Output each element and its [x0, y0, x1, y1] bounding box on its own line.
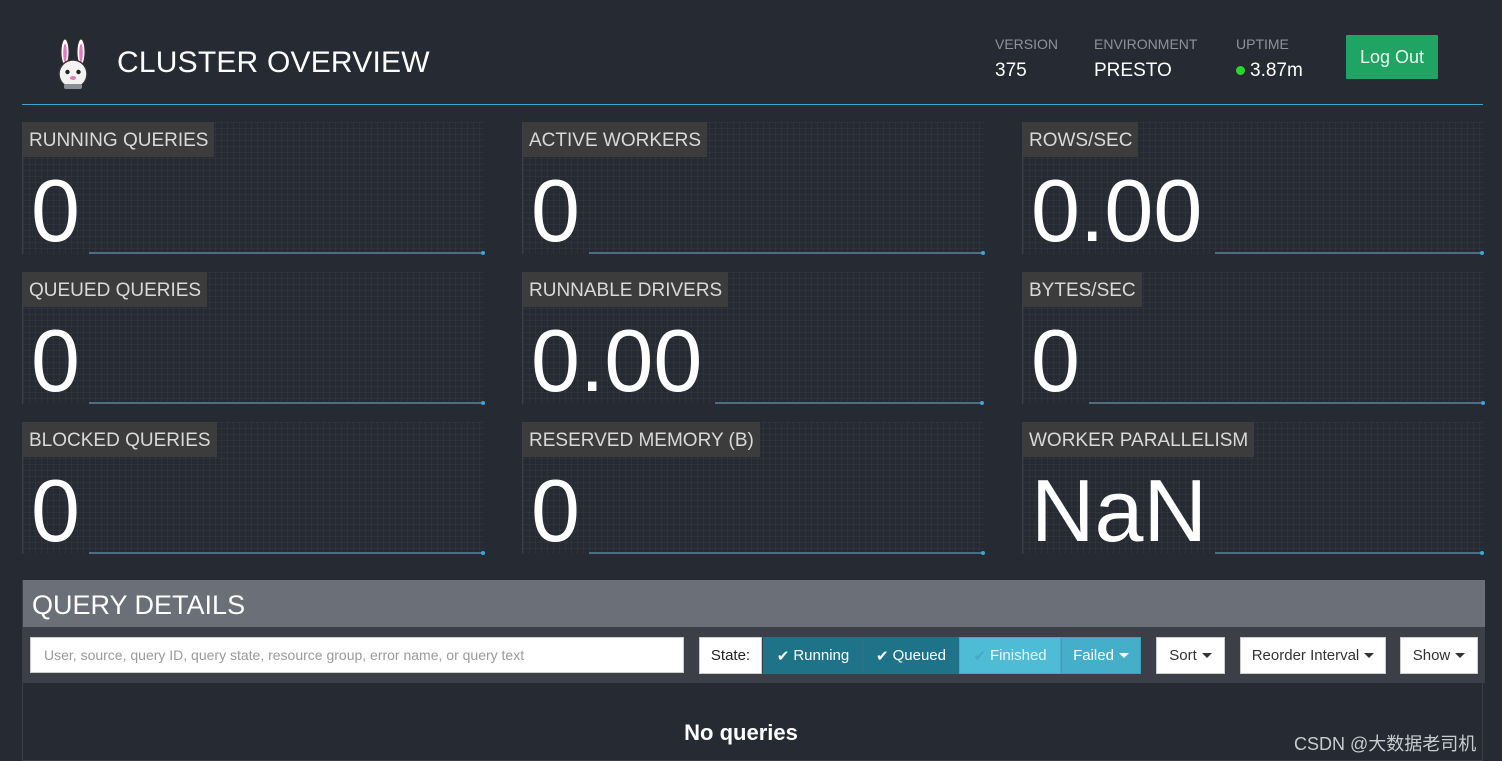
stat-label: QUEUED QUERIES	[23, 272, 208, 307]
show-label: Show	[1412, 647, 1451, 664]
caret-down-icon	[1201, 653, 1212, 658]
check-icon: ✔	[973, 647, 986, 665]
caret-down-icon	[1364, 653, 1375, 658]
stat-tile-reserved-memory: RESERVED MEMORY (B) 0	[522, 422, 985, 560]
filter-finished-button[interactable]: ✔ Finished	[959, 637, 1061, 674]
environment-value: PRESTO	[1094, 60, 1172, 81]
sparkline	[89, 399, 485, 405]
stat-tile-bytes-per-sec: BYTES/SEC 0	[1022, 272, 1485, 410]
sort-label: Sort	[1169, 647, 1197, 664]
version-label: VERSION	[995, 36, 1059, 52]
stat-tile-blocked-queries: BLOCKED QUERIES 0	[22, 422, 485, 560]
check-icon: ✔	[776, 647, 790, 665]
stat-tile-queued-queries: QUEUED QUERIES 0	[22, 272, 485, 410]
sparkline	[89, 549, 485, 555]
stat-tile-rows-per-sec: ROWS/SEC 0.00	[1022, 122, 1484, 260]
stat-label: RESERVED MEMORY (B)	[523, 422, 760, 457]
filter-finished-label: Finished	[989, 647, 1047, 664]
query-details-header: QUERY DETAILS	[23, 580, 1485, 627]
status-dot-icon	[1236, 66, 1245, 75]
sparkline	[589, 549, 985, 555]
query-details-panel: QUERY DETAILS State: ✔Running ✔Queued ✔F…	[22, 580, 1485, 761]
sort-dropdown[interactable]: Sort	[1156, 637, 1225, 674]
uptime-value: 3.87m	[1250, 60, 1303, 81]
stat-tile-runnable-drivers: RUNNABLE DRIVERS 0.00	[522, 272, 984, 410]
query-search-input[interactable]	[30, 637, 684, 673]
filter-failed-label: Failed	[1073, 647, 1114, 664]
stat-tile-running-queries: RUNNING QUERIES 0	[22, 122, 485, 260]
header: CLUSTER OVERVIEW VERSION 375 ENVIRONMENT…	[22, 0, 1483, 105]
watermark: CSDN @大数据老司机	[1294, 734, 1477, 754]
sparkline	[1215, 249, 1484, 255]
query-details-title: QUERY DETAILS	[32, 590, 246, 620]
state-label: State:	[699, 637, 762, 674]
uptime-value-row: 3.87m	[1236, 60, 1303, 82]
show-dropdown[interactable]: Show	[1400, 637, 1478, 674]
presto-bunny-logo	[52, 38, 94, 90]
sparkline	[589, 249, 985, 255]
query-filter-toolbar: State: ✔Running ✔Queued ✔Finished Failed…	[23, 627, 1485, 683]
stat-label: RUNNABLE DRIVERS	[523, 272, 729, 307]
version-info: VERSION 375	[995, 36, 1058, 82]
filter-failed-dropdown[interactable]: Failed	[1061, 637, 1141, 674]
stat-value: 0.00	[1031, 161, 1203, 260]
reorder-label: Reorder Interval	[1251, 647, 1360, 664]
filter-queued-label: Queued	[892, 647, 946, 664]
stat-value: NaN	[1031, 461, 1208, 560]
environment-info: ENVIRONMENT PRESTO	[1094, 36, 1197, 82]
version-value: 375	[995, 60, 1027, 81]
caret-down-icon	[1118, 653, 1129, 658]
stat-tile-worker-parallelism: WORKER PARALLELISM NaN	[1022, 422, 1484, 560]
filter-queued-button[interactable]: ✔ Queued	[863, 637, 959, 674]
check-icon: ✔	[876, 647, 889, 665]
stat-value: 0	[531, 461, 580, 560]
cluster-stats-grid: RUNNING QUERIES 0 ACTIVE WORKERS 0 ROWS/…	[22, 122, 1485, 560]
sparkline	[1215, 549, 1484, 555]
filter-running-button[interactable]: ✔ Running	[763, 637, 863, 674]
stat-label: BYTES/SEC	[1023, 272, 1142, 307]
stat-value: 0.00	[531, 311, 703, 410]
stat-value: 0	[31, 311, 80, 410]
reorder-interval-dropdown[interactable]: Reorder Interval	[1240, 637, 1386, 674]
stat-tile-active-workers: ACTIVE WORKERS 0	[522, 122, 985, 260]
stat-label: ACTIVE WORKERS	[523, 122, 708, 157]
sparkline	[715, 399, 984, 405]
stat-label: BLOCKED QUERIES	[23, 422, 217, 457]
uptime-label: UPTIME	[1236, 36, 1289, 52]
stat-label: WORKER PARALLELISM	[1023, 422, 1255, 457]
logout-button[interactable]: Log Out	[1346, 35, 1438, 79]
uptime-info: UPTIME 3.87m	[1236, 36, 1303, 82]
stat-value: 0	[31, 461, 80, 560]
stat-label: ROWS/SEC	[1023, 122, 1139, 157]
sparkline	[1089, 399, 1485, 405]
stat-value: 0	[31, 161, 80, 260]
sparkline	[89, 249, 485, 255]
caret-down-icon	[1455, 653, 1466, 658]
filter-running-label: Running	[793, 647, 850, 664]
stat-value: 0	[1031, 311, 1080, 410]
stat-label: RUNNING QUERIES	[23, 122, 215, 157]
page-title: CLUSTER OVERVIEW	[117, 46, 430, 79]
empty-query-message: No queries	[684, 720, 798, 745]
environment-label: ENVIRONMENT	[1094, 36, 1198, 52]
stat-value: 0	[531, 161, 580, 260]
